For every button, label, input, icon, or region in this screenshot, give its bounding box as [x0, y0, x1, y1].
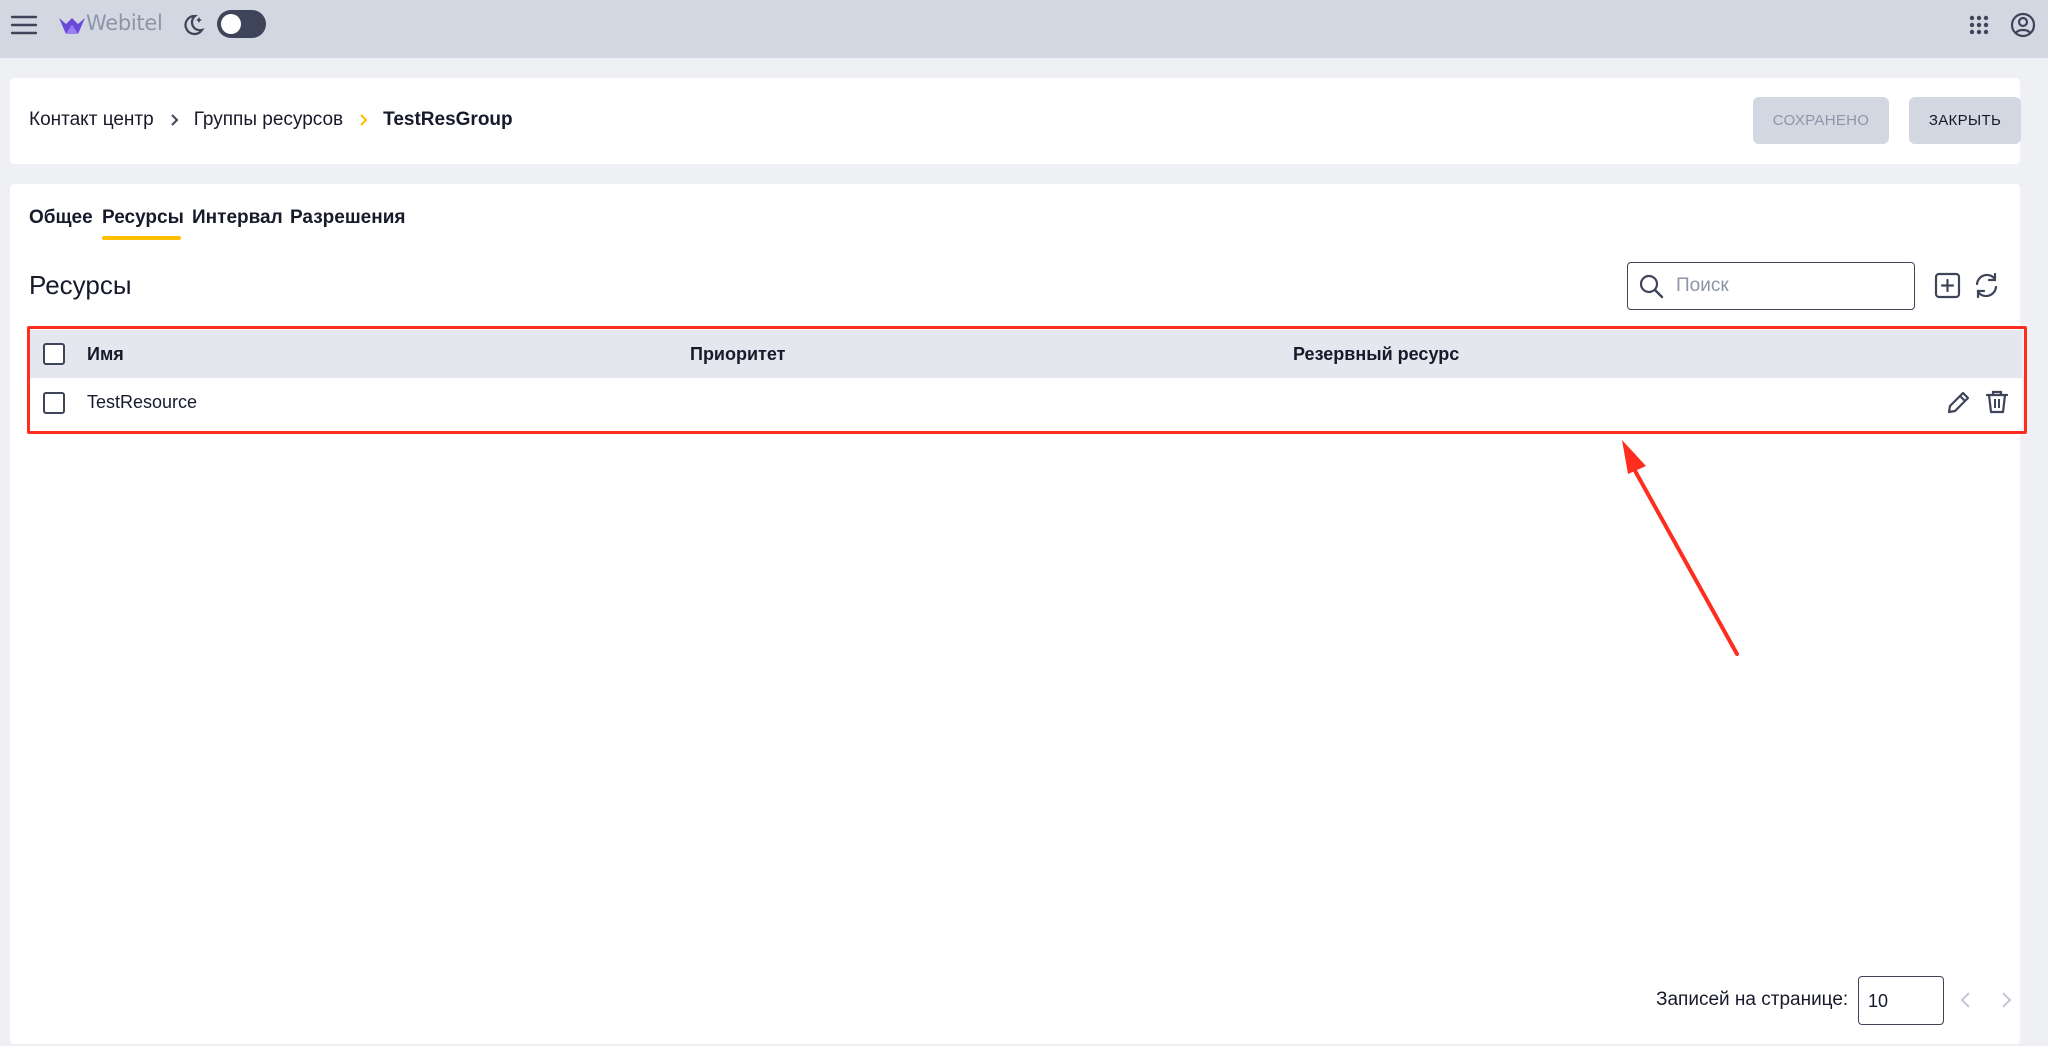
hamburger-menu-icon[interactable]: [11, 14, 37, 36]
saved-button[interactable]: Сохранено: [1753, 97, 1889, 144]
chevron-right-icon[interactable]: [1998, 990, 2014, 1010]
breadcrumb-contact-center[interactable]: Контакт центр: [29, 109, 154, 131]
breadcrumb-resource-groups[interactable]: Группы ресурсов: [194, 109, 343, 131]
moon-stars-icon[interactable]: [180, 12, 206, 38]
tab-resources[interactable]: Ресурсы: [102, 207, 184, 229]
header-panel: Контакт центр Группы ресурсов TestResGro…: [10, 78, 2021, 164]
webitel-logo-icon: [58, 15, 86, 37]
search-input[interactable]: Поиск: [1627, 262, 1915, 310]
chevron-right-icon: [359, 113, 369, 127]
refresh-icon[interactable]: [1973, 272, 2000, 299]
toggle-knob: [221, 14, 241, 34]
annotation-arrow-icon: [1622, 440, 1739, 656]
per-page-input[interactable]: 10: [1858, 976, 1944, 1025]
chevron-left-icon[interactable]: [1958, 990, 1974, 1010]
active-tab-indicator: [102, 236, 181, 240]
theme-toggle[interactable]: [217, 10, 266, 38]
user-circle-icon[interactable]: [2010, 12, 2036, 38]
breadcrumb-current: TestResGroup: [383, 109, 513, 130]
breadcrumb: Контакт центр Группы ресурсов TestResGro…: [29, 109, 513, 131]
logo-text: Webitel: [86, 11, 163, 35]
tab-permissions[interactable]: Разрешения: [290, 207, 405, 229]
close-button[interactable]: Закрыть: [1909, 97, 2021, 144]
highlight-box: [27, 326, 2027, 434]
tab-general[interactable]: Общее: [29, 207, 93, 229]
top-app-bar: Webitel: [0, 0, 2048, 58]
chevron-right-icon: [170, 113, 180, 127]
tab-interval[interactable]: Интервал: [192, 207, 283, 229]
per-page-value: 10: [1868, 991, 1889, 1011]
add-square-icon[interactable]: [1934, 272, 1961, 299]
per-page-label: Записей на странице:: [1656, 989, 1849, 1010]
search-icon: [1638, 273, 1664, 299]
search-placeholder: Поиск: [1676, 275, 1729, 296]
section-title: Ресурсы: [29, 270, 132, 300]
apps-grid-icon[interactable]: [1968, 14, 1990, 36]
